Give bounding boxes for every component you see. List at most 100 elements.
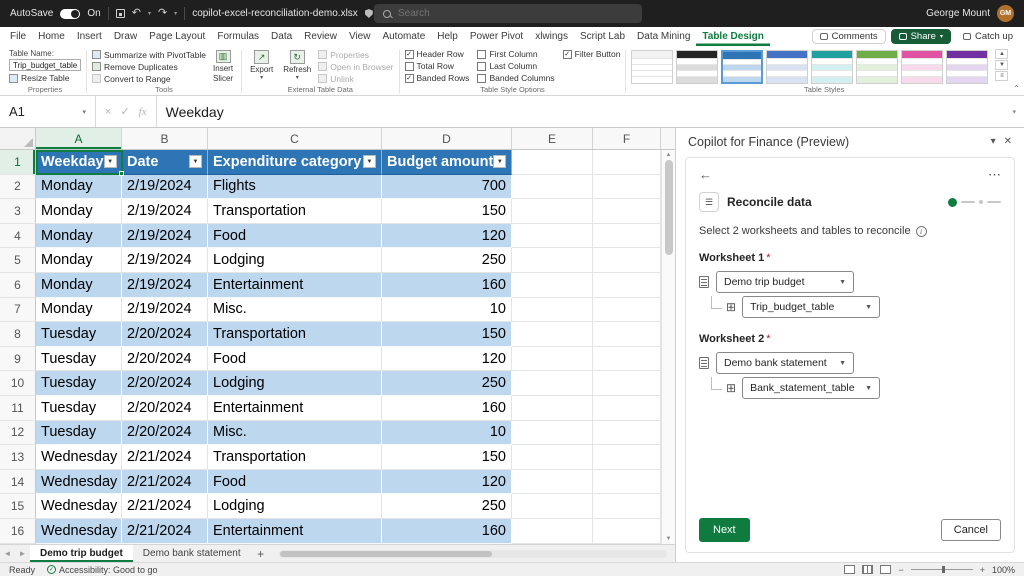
row-header-12[interactable]: 12 <box>0 421 36 446</box>
cell-B13[interactable]: 2/21/2024 <box>122 445 208 470</box>
formula-input[interactable]: Weekday <box>157 96 1005 127</box>
row-header-2[interactable]: 2 <box>0 175 36 200</box>
cell-E14[interactable] <box>512 470 593 495</box>
cell-A5[interactable]: Monday <box>36 248 122 273</box>
filter-button-d[interactable]: ▼ <box>493 155 506 168</box>
sheet-nav-left-icon[interactable]: ◄ <box>0 545 15 562</box>
filter-button-c[interactable]: ▼ <box>363 155 376 168</box>
autosave-toggle[interactable] <box>60 9 80 19</box>
search-input[interactable] <box>398 8 633 19</box>
ribbon-tab-data-mining[interactable]: Data Mining <box>631 27 696 46</box>
ribbon-tab-script-lab[interactable]: Script Lab <box>574 27 631 46</box>
ribbon-tab-automate[interactable]: Automate <box>376 27 431 46</box>
info-icon[interactable]: i <box>916 226 927 237</box>
worksheet-2-dropdown[interactable]: Demo bank statement ▼ <box>716 352 854 374</box>
accessibility-status[interactable]: ✓ Accessibility: Good to go <box>47 565 158 575</box>
panel-close-icon[interactable]: ✕ <box>1004 136 1012 147</box>
cell-A11[interactable]: Tuesday <box>36 396 122 421</box>
ribbon-tab-xlwings[interactable]: xlwings <box>529 27 574 46</box>
column-header-F[interactable]: F <box>593 128 661 149</box>
zoom-level[interactable]: 100% <box>992 565 1015 575</box>
cell-D7[interactable]: 10 <box>382 298 512 323</box>
open-in-browser-button[interactable]: Open in Browser <box>318 61 393 72</box>
cell-D9[interactable]: 120 <box>382 347 512 372</box>
ribbon-tab-page-layout[interactable]: Page Layout <box>143 27 211 46</box>
ribbon-tab-data[interactable]: Data <box>265 27 298 46</box>
cell-F4[interactable] <box>593 224 661 249</box>
cell-D14[interactable]: 120 <box>382 470 512 495</box>
horizontal-scrollbar[interactable] <box>271 545 675 562</box>
cell-B10[interactable]: 2/20/2024 <box>122 371 208 396</box>
cell-E12[interactable] <box>512 421 593 446</box>
banded-rows-checkbox[interactable]: ✓ <box>405 74 414 83</box>
cell-D10[interactable]: 250 <box>382 371 512 396</box>
resize-table-button[interactable]: Resize Table <box>9 72 81 84</box>
convert-to-range-button[interactable]: Convert to Range <box>92 73 206 84</box>
cell-E8[interactable] <box>512 322 593 347</box>
back-icon[interactable]: ← <box>699 168 712 181</box>
zoom-out-icon[interactable]: − <box>898 565 903 575</box>
cell-C7[interactable]: Misc. <box>208 298 382 323</box>
header-cell-budget-amount[interactable]: Budget amount▼ <box>382 150 512 175</box>
header-cell-date[interactable]: Date▼ <box>122 150 208 175</box>
comments-button[interactable]: Comments <box>812 29 886 44</box>
remove-duplicates-button[interactable]: Remove Duplicates <box>92 61 206 72</box>
cell-E7[interactable] <box>512 298 593 323</box>
ribbon-tab-table-design[interactable]: Table Design <box>696 27 770 46</box>
table-style-swatch-blue-dark[interactable] <box>766 50 808 84</box>
cell-A8[interactable]: Tuesday <box>36 322 122 347</box>
cancel-entry-icon[interactable]: × <box>105 106 111 118</box>
cell-E15[interactable] <box>512 494 593 519</box>
cell-F16[interactable] <box>593 519 661 544</box>
undo-dropdown-icon[interactable]: ▾ <box>148 10 151 17</box>
gallery-up-button[interactable]: ▲ <box>995 49 1008 59</box>
cell-A12[interactable]: Tuesday <box>36 421 122 446</box>
row-header-8[interactable]: 8 <box>0 322 36 347</box>
cell-A3[interactable]: Monday <box>36 199 122 224</box>
cell-E9[interactable] <box>512 347 593 372</box>
ribbon-tab-power-pivot[interactable]: Power Pivot <box>464 27 529 46</box>
header-row-checkbox[interactable]: ✓ <box>405 50 414 59</box>
header-cell-expenditure-category[interactable]: Expenditure category▼ <box>208 150 382 175</box>
ribbon-tab-draw[interactable]: Draw <box>108 27 143 46</box>
cell-A16[interactable]: Wednesday <box>36 519 122 544</box>
cell-C2[interactable]: Flights <box>208 175 382 200</box>
cell-F11[interactable] <box>593 396 661 421</box>
cell-D16[interactable]: 160 <box>382 519 512 544</box>
table-style-swatch-blue-medium[interactable] <box>721 50 763 84</box>
avatar[interactable]: GM <box>997 5 1014 22</box>
last-column-checkbox[interactable] <box>477 62 486 71</box>
name-box-dropdown-icon[interactable]: ▾ <box>82 108 86 116</box>
filter-button-a[interactable]: ▼ <box>104 155 117 168</box>
style-option-first-column[interactable]: First Column <box>477 49 554 59</box>
cell-B4[interactable]: 2/19/2024 <box>122 224 208 249</box>
style-option-total-row[interactable]: Total Row <box>405 61 470 71</box>
summarize-pivottable-button[interactable]: Summarize with PivotTable <box>92 49 206 60</box>
cell-C8[interactable]: Transportation <box>208 322 382 347</box>
cell-A7[interactable]: Monday <box>36 298 122 323</box>
cell-D5[interactable]: 250 <box>382 248 512 273</box>
cell-F3[interactable] <box>593 199 661 224</box>
cell-E11[interactable] <box>512 396 593 421</box>
zoom-slider[interactable] <box>911 569 973 570</box>
cell-F12[interactable] <box>593 421 661 446</box>
banded-columns-checkbox[interactable] <box>477 74 486 83</box>
name-box[interactable]: A1 ▾ <box>0 96 96 127</box>
row-header-14[interactable]: 14 <box>0 470 36 495</box>
cell-D13[interactable]: 150 <box>382 445 512 470</box>
horizontal-scroll-thumb[interactable] <box>280 551 493 557</box>
cell-B11[interactable]: 2/20/2024 <box>122 396 208 421</box>
next-button[interactable]: Next <box>699 518 750 542</box>
sheet-nav-right-icon[interactable]: ► <box>15 545 30 562</box>
cell-E3[interactable] <box>512 199 593 224</box>
first-column-checkbox[interactable] <box>477 50 486 59</box>
cell-C11[interactable]: Entertainment <box>208 396 382 421</box>
cell-C13[interactable]: Transportation <box>208 445 382 470</box>
cell-B14[interactable]: 2/21/2024 <box>122 470 208 495</box>
cell-D2[interactable]: 700 <box>382 175 512 200</box>
undo-icon[interactable]: ↶ <box>132 8 141 19</box>
cell-E2[interactable] <box>512 175 593 200</box>
cell-D8[interactable]: 150 <box>382 322 512 347</box>
cell-B6[interactable]: 2/19/2024 <box>122 273 208 298</box>
row-header-10[interactable]: 10 <box>0 371 36 396</box>
